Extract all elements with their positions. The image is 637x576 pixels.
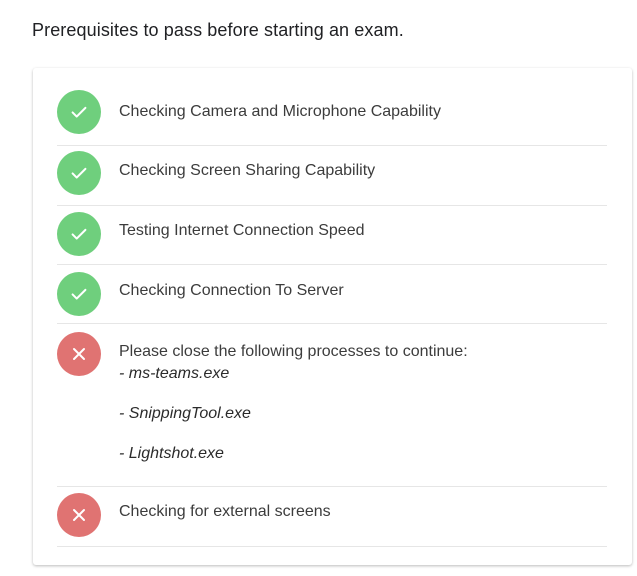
check-icon <box>57 151 101 195</box>
process-item: - Lightshot.exe <box>119 445 224 462</box>
check-row-external-screens: Checking for external screens <box>57 486 607 547</box>
check-icon <box>57 90 101 134</box>
x-icon <box>57 493 101 537</box>
check-icon <box>57 212 101 256</box>
check-row-camera-microphone: Checking Camera and Microphone Capabilit… <box>57 68 607 146</box>
check-row-processes: Please close the following processes to … <box>57 323 607 487</box>
check-row-screen-sharing: Checking Screen Sharing Capability <box>57 145 607 206</box>
check-icon <box>57 272 101 316</box>
check-label: Testing Internet Connection Speed <box>119 222 365 239</box>
check-row-server-connection: Checking Connection To Server <box>57 264 607 324</box>
check-label: Checking Camera and Microphone Capabilit… <box>119 103 441 120</box>
check-label: Checking Screen Sharing Capability <box>119 162 376 179</box>
check-label: Checking Connection To Server <box>119 282 344 299</box>
check-label: Checking for external screens <box>119 503 331 520</box>
page-title: Prerequisites to pass before starting an… <box>32 20 404 40</box>
prerequisites-card: Checking Camera and Microphone Capabilit… <box>33 68 632 565</box>
check-label: Please close the following processes to … <box>119 343 468 360</box>
check-row-internet-speed: Testing Internet Connection Speed <box>57 205 607 265</box>
process-item: - SnippingTool.exe <box>119 405 251 422</box>
x-icon <box>57 332 101 376</box>
process-item: - ms-teams.exe <box>119 365 230 382</box>
